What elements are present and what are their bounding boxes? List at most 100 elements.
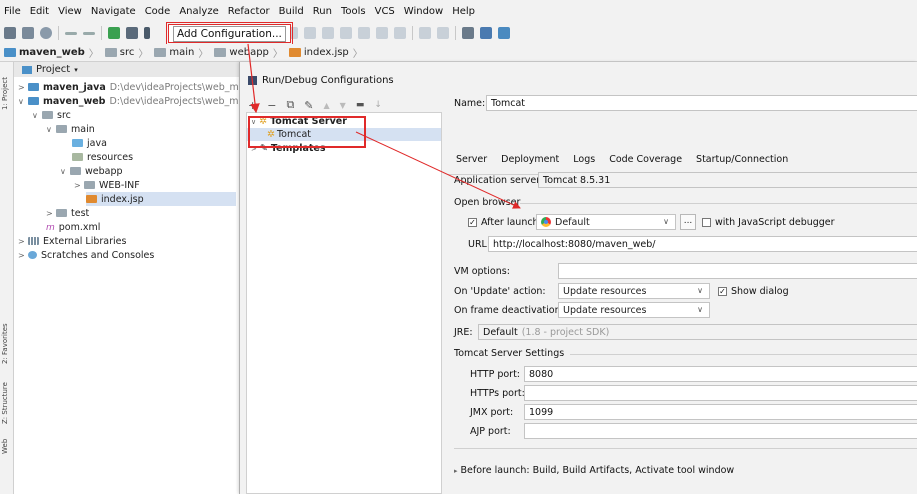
app-server-select[interactable]: Tomcat 8.5.31	[538, 172, 917, 188]
http-port-input[interactable]: 8080	[524, 366, 917, 382]
project-structure-icon[interactable]	[126, 27, 138, 39]
add-icon[interactable]: +	[248, 99, 257, 112]
back-arrow-icon[interactable]	[65, 31, 77, 35]
structure-tool-tab[interactable]: Z: Structure	[1, 374, 13, 424]
profile-icon[interactable]	[340, 27, 352, 39]
tree-item-maven-java[interactable]: > maven_java D:\dev\ideaProjects\web_mav…	[18, 80, 265, 94]
sort-icon[interactable]: ↓	[374, 100, 382, 110]
tree-item-webapp[interactable]: ∨ webapp	[60, 164, 123, 178]
move-up-icon[interactable]: ▲	[324, 101, 330, 110]
chevron-down-icon[interactable]: ∨	[46, 125, 56, 134]
menu-tools[interactable]: Tools	[341, 6, 366, 17]
menu-help[interactable]: Help	[452, 6, 475, 17]
debug-icon[interactable]	[304, 27, 316, 39]
tree-item-src[interactable]: ∨ src	[32, 108, 71, 122]
breadcrumb-main[interactable]: main 〉	[154, 45, 208, 60]
jre-select[interactable]: Default (1.8 - project SDK)	[478, 324, 917, 340]
menu-code[interactable]: Code	[145, 6, 171, 17]
build-hammer-icon[interactable]	[108, 27, 120, 39]
menu-run[interactable]: Run	[313, 6, 332, 17]
open-folder-icon[interactable]	[4, 27, 16, 39]
project-panel-header[interactable]: Project ▾	[14, 62, 239, 77]
on-frame-deactivation-select[interactable]: Update resources ∨	[558, 302, 710, 318]
url-input[interactable]: http://localhost:8080/maven_web/	[488, 236, 917, 252]
scratches-icon	[28, 251, 37, 259]
menu-vcs[interactable]: VCS	[375, 6, 395, 17]
breadcrumb-index-jsp[interactable]: index.jsp 〉	[288, 45, 363, 60]
on-update-select[interactable]: Update resources ∨	[558, 283, 710, 299]
move-down-icon[interactable]: ▼	[340, 101, 346, 110]
after-launch-checkbox[interactable]: ✓ After launch	[468, 217, 539, 228]
chevron-right-icon[interactable]: >	[46, 209, 56, 218]
concurrency-icon[interactable]	[376, 27, 388, 39]
open-browser-label: Open browser	[454, 197, 521, 208]
name-input[interactable]: Tomcat	[486, 95, 917, 111]
breadcrumb-src[interactable]: src 〉	[104, 45, 148, 60]
search-everywhere-icon[interactable]	[498, 27, 510, 39]
tree-item-scratches[interactable]: > Scratches and Consoles	[18, 248, 154, 262]
menu-view[interactable]: View	[58, 6, 82, 17]
folder-icon	[56, 209, 67, 217]
remove-icon[interactable]: −	[267, 99, 276, 112]
wrench-icon[interactable]: ✎	[304, 99, 313, 112]
tab-code-coverage[interactable]: Code Coverage	[609, 154, 682, 165]
sdk-icon[interactable]	[480, 27, 492, 39]
menu-navigate[interactable]: Navigate	[91, 6, 136, 17]
add-configuration-button[interactable]: Add Configuration...	[166, 22, 293, 45]
breadcrumb-maven-web[interactable]: maven_web 〉	[4, 45, 99, 60]
chevron-right-icon[interactable]: >	[18, 83, 28, 92]
update-icon[interactable]	[419, 27, 431, 39]
https-port-input[interactable]	[524, 385, 917, 401]
chevron-right-icon[interactable]: >	[18, 237, 28, 246]
menu-file[interactable]: File	[4, 6, 21, 17]
js-debugger-checkbox[interactable]: with JavaScript debugger	[702, 217, 835, 228]
chevron-down-icon[interactable]: ∨	[32, 111, 42, 120]
before-launch-section[interactable]: ▸ Before launch: Build, Build Artifacts, …	[454, 465, 734, 476]
menu-edit[interactable]: Edit	[30, 6, 49, 17]
menu-build[interactable]: Build	[279, 6, 304, 17]
tree-item-index-jsp[interactable]: index.jsp	[86, 192, 236, 206]
breadcrumb-webapp[interactable]: webapp 〉	[214, 45, 283, 60]
tab-server[interactable]: Server	[456, 154, 487, 165]
jmx-port-input[interactable]: 1099	[524, 404, 917, 420]
browser-select[interactable]: Default ∨	[536, 214, 676, 230]
chevron-down-icon[interactable]: ▾	[74, 66, 78, 74]
save-icon[interactable]	[22, 27, 34, 39]
tab-logs[interactable]: Logs	[573, 154, 595, 165]
tree-item-resources[interactable]: resources	[72, 150, 133, 164]
tab-deployment[interactable]: Deployment	[501, 154, 559, 165]
web-tool-tab[interactable]: Web	[1, 428, 13, 454]
menu-analyze[interactable]: Analyze	[179, 6, 218, 17]
chevron-right-icon[interactable]: >	[74, 181, 84, 190]
forward-arrow-icon[interactable]	[83, 31, 95, 35]
tree-item-web-inf[interactable]: > WEB-INF	[74, 178, 140, 192]
stop-icon[interactable]	[394, 27, 406, 39]
browser-settings-button[interactable]: ...	[680, 214, 696, 230]
tree-item-maven-web[interactable]: ∨ maven_web D:\dev\ideaProjects\web_mave…	[18, 94, 265, 108]
tab-startup-connection[interactable]: Startup/Connection	[696, 154, 788, 165]
ajp-port-input[interactable]	[524, 423, 917, 439]
tree-item-java[interactable]: java	[72, 136, 107, 150]
tree-item-test[interactable]: > test	[46, 206, 89, 220]
sync-icon[interactable]	[40, 27, 52, 39]
menu-refactor[interactable]: Refactor	[228, 6, 270, 17]
folder-icon[interactable]: ▬	[356, 100, 365, 110]
favorites-tool-tab[interactable]: 2: Favorites	[1, 312, 13, 364]
copy-icon[interactable]: ⧉	[286, 98, 294, 112]
coverage-icon[interactable]	[322, 27, 334, 39]
tree-item-main[interactable]: ∨ main	[46, 122, 95, 136]
show-dialog-checkbox[interactable]: ✓ Show dialog	[718, 286, 789, 297]
project-tool-tab[interactable]: 1: Project	[1, 66, 13, 110]
vm-options-input[interactable]	[558, 263, 917, 279]
menu-window[interactable]: Window	[404, 6, 443, 17]
configuration-form: Name: Tomcat Server Deployment Logs Code…	[448, 94, 917, 494]
attach-icon[interactable]	[358, 27, 370, 39]
wrench-settings-icon[interactable]	[462, 27, 474, 39]
chevron-down-icon[interactable]: ∨	[60, 167, 70, 176]
chevron-right-icon[interactable]: >	[18, 251, 28, 260]
commit-icon[interactable]	[437, 27, 449, 39]
tree-item-external-libraries[interactable]: > External Libraries	[18, 234, 126, 248]
chevron-down-icon[interactable]: ∨	[18, 97, 28, 106]
tree-item-pom-xml[interactable]: m pom.xml	[46, 220, 100, 234]
breadcrumb: maven_web 〉 src 〉 main 〉 webapp 〉 index.jsp 〉	[0, 44, 917, 62]
